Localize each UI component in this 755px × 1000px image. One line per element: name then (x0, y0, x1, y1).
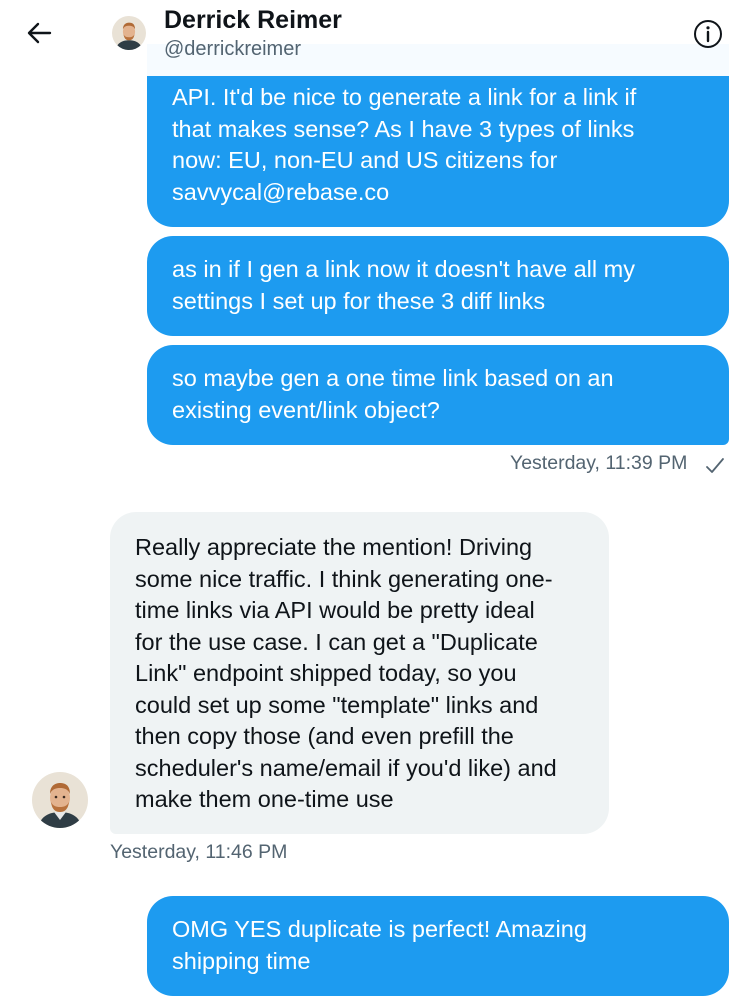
message-bubble-outgoing[interactable]: as in if I gen a link now it doesn't hav… (147, 236, 729, 336)
timestamp-text: Yesterday, 11:39 PM (510, 452, 688, 474)
contact-handle[interactable]: @derrickreimer (164, 38, 301, 61)
back-arrow-icon (27, 22, 52, 44)
message-line: could set up some "template" links and (135, 691, 539, 718)
message-line: scheduler's name/email if you'd like) an… (135, 754, 557, 781)
message-line: settings I set up for these 3 diff links (172, 287, 546, 314)
message-line: that makes sense? As I have 3 types of l… (172, 115, 635, 142)
conversation-info-button[interactable] (692, 18, 724, 50)
message-bubble-incoming[interactable]: Really appreciate the mention! Driving s… (110, 512, 609, 834)
message-line: some nice traffic. I think generating on… (135, 565, 553, 592)
header-avatar[interactable] (112, 16, 146, 50)
message-line: OMG YES duplicate is perfect! Amazing (172, 916, 587, 942)
back-button[interactable] (22, 16, 60, 52)
message-timestamp: Yesterday, 11:39 PM (510, 452, 687, 475)
message-line: existing event/link object? (172, 396, 440, 423)
message-line: make them one-time use (135, 786, 394, 812)
message-timestamp: Yesterday, 11:46 PM (110, 841, 287, 864)
message-bubble-outgoing[interactable]: so maybe gen a one time link based on an… (147, 345, 729, 445)
conversation-header: Derrick Reimer @derrickreimer (0, 0, 755, 76)
timestamp-text: Yesterday, 11:46 PM (110, 841, 288, 863)
message-line: shipping time (172, 947, 311, 974)
message-line: API. It'd be nice to generate a link for… (172, 84, 637, 110)
message-line: Really appreciate the mention! Driving (135, 534, 533, 560)
message-line: now: EU, non-EU and US citizens for (172, 147, 558, 173)
checkmark-icon (706, 458, 724, 473)
message-line: savvycal@rebase.co (172, 178, 390, 205)
message-bubble-outgoing[interactable]: OMG YES duplicate is perfect! Amazing sh… (147, 896, 729, 996)
message-line: so maybe gen a one time link based on an (172, 365, 614, 391)
message-line: then copy those (and even prefill the (135, 723, 514, 749)
message-line: time links via API would be pretty ideal (135, 597, 535, 623)
sender-avatar[interactable] (32, 772, 88, 828)
message-line: as in if I gen a link now it doesn't hav… (172, 256, 635, 282)
message-line: for the use case. I can get a "Duplicate (135, 628, 538, 655)
message-line: Link" endpoint shipped today, so you (135, 660, 517, 686)
info-icon (694, 20, 722, 48)
contact-name[interactable]: Derrick Reimer (164, 6, 342, 35)
